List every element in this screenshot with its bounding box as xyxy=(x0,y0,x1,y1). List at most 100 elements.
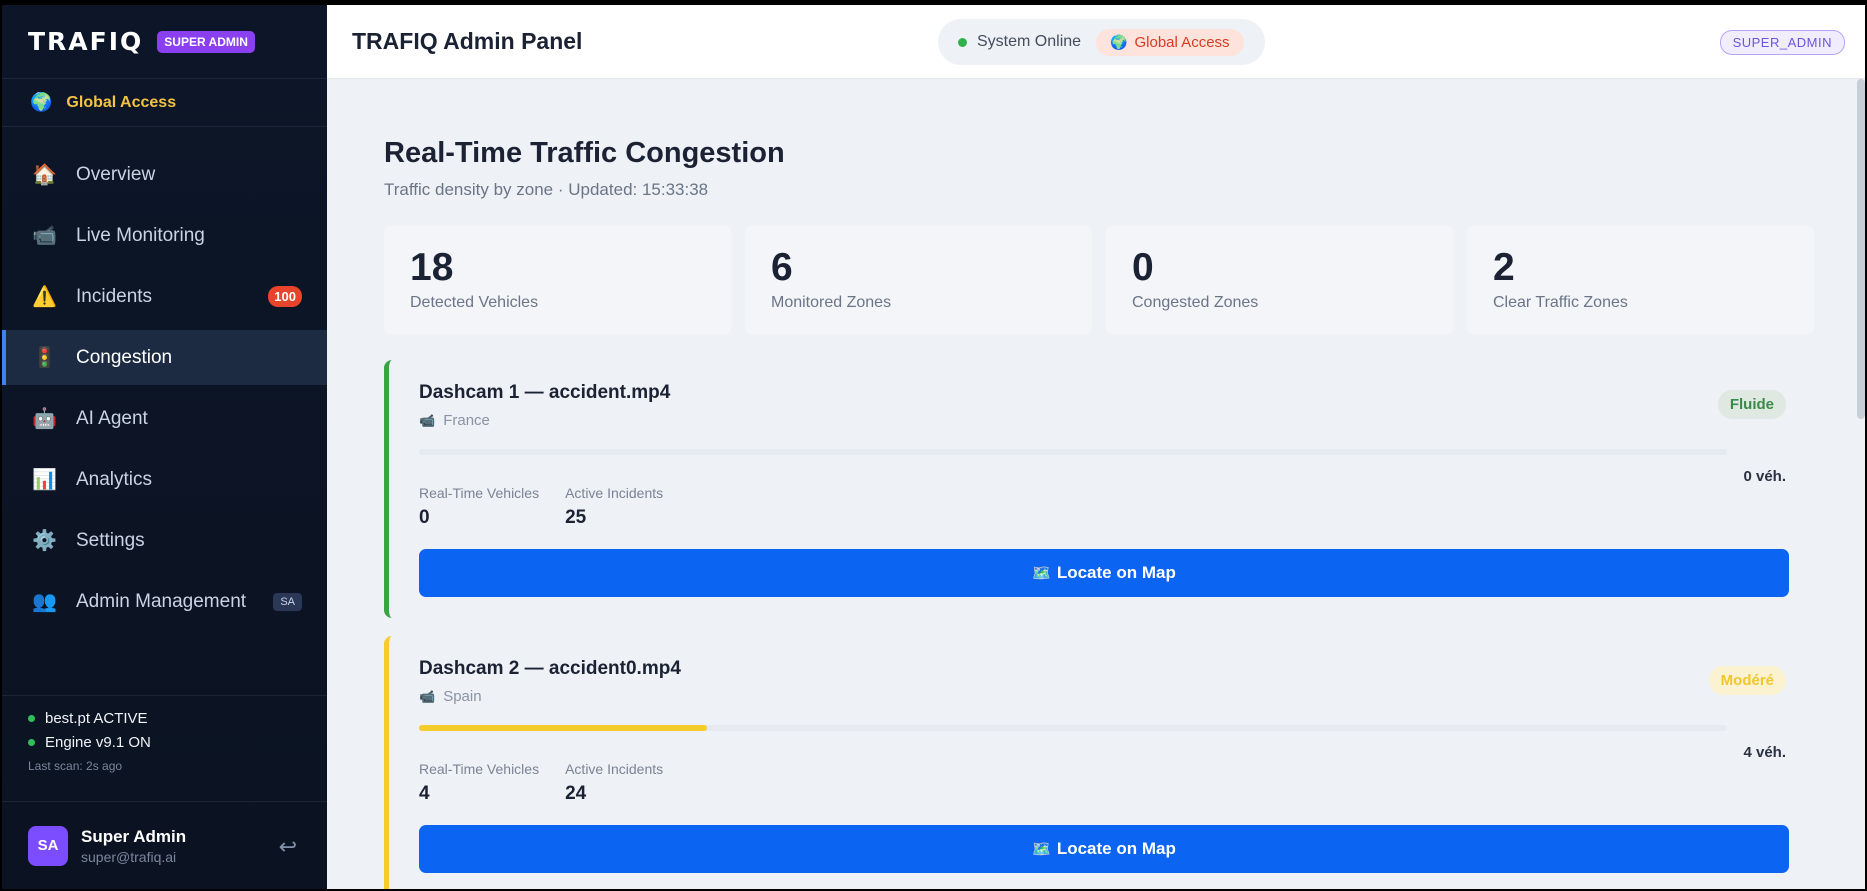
sidebar-item-overview[interactable]: 🏠 Overview xyxy=(2,147,327,202)
metric-value: 4 xyxy=(419,783,430,804)
sidebar-item-incidents[interactable]: ⚠️ Incidents 100 xyxy=(2,269,327,324)
sa-badge: SA xyxy=(273,592,302,611)
sidebar-nav: 🏠 Overview 📹 Live Monitoring ⚠️ Incident… xyxy=(2,147,327,629)
stats-row: 18 Detected Vehicles 6 Monitored Zones 0… xyxy=(384,226,1814,334)
page-subtitle: Traffic density by zone · Updated: 15:33… xyxy=(384,180,709,199)
sidebar-item-label: AI Agent xyxy=(76,407,148,429)
density-bar-fill xyxy=(419,725,707,731)
gear-icon: ⚙️ xyxy=(32,530,57,552)
zone-card-dashcam-2: Dashcam 2 — accident0.mp4 📹 Spain Modéré… xyxy=(384,636,1814,889)
density-bar xyxy=(419,725,1727,731)
stat-monitored-zones: 6 Monitored Zones xyxy=(745,226,1092,334)
user-name: Super Admin xyxy=(81,826,187,846)
sidebar: TRAFIQ SUPER ADMIN 🌍 Global Access 🏠 Ove… xyxy=(2,5,327,889)
top-header: TRAFIQ Admin Panel System Online 🌍 Globa… xyxy=(327,5,1865,79)
traffic-light-icon: 🚦 xyxy=(32,347,57,369)
sidebar-item-label: Analytics xyxy=(76,468,153,490)
congestion-content: Real-Time Traffic Congestion Traffic den… xyxy=(384,79,1814,889)
system-status-pill: System Online 🌍 Global Access xyxy=(938,19,1265,65)
sidebar-item-congestion[interactable]: 🚦 Congestion xyxy=(2,330,327,385)
brand-logo[interactable]: TRAFIQ xyxy=(28,27,143,56)
zone-metrics: Real-Time Vehicles 0 Active Incidents 25 xyxy=(419,485,1784,529)
vehicle-count: 0 véh. xyxy=(1743,468,1786,485)
map-icon: 🗺️ xyxy=(1032,841,1051,858)
user-profile: SA Super Admin super@trafiq.ai ↩ xyxy=(2,801,327,889)
stat-value: 18 xyxy=(410,246,454,289)
stat-value: 6 xyxy=(771,246,793,289)
locate-button-label: Locate on Map xyxy=(1056,839,1176,858)
sidebar-item-label: Overview xyxy=(76,163,156,185)
vehicle-count: 4 véh. xyxy=(1743,744,1786,761)
status-badge: Modéré xyxy=(1708,666,1786,695)
stat-clear-zones: 2 Clear Traffic Zones xyxy=(1467,226,1814,334)
metric-label: Active Incidents xyxy=(565,485,664,501)
zone-metrics: Real-Time Vehicles 4 Active Incidents 24 xyxy=(419,761,1784,805)
sidebar-item-settings[interactable]: ⚙️ Settings xyxy=(2,513,327,568)
stat-label: Congested Zones xyxy=(1132,294,1259,311)
system-online-label: System Online xyxy=(977,33,1082,50)
zone-location: 📹 France xyxy=(419,412,1784,429)
sidebar-item-live-monitoring[interactable]: 📹 Live Monitoring xyxy=(2,208,327,263)
sidebar-item-label: Incidents xyxy=(76,285,153,307)
access-scope-label: Global Access xyxy=(66,93,177,111)
bar-chart-icon: 📊 xyxy=(32,469,57,491)
density-bar xyxy=(419,449,1727,455)
stat-label: Detected Vehicles xyxy=(410,294,539,311)
camera-icon: 📹 xyxy=(419,412,436,428)
zone-card-title: Dashcam 1 — accident.mp4 xyxy=(419,382,671,403)
metric-active-incidents: Active Incidents 24 xyxy=(565,761,663,805)
scrollbar[interactable] xyxy=(1857,79,1865,419)
page-title: Real-Time Traffic Congestion xyxy=(384,137,785,169)
stat-label: Clear Traffic Zones xyxy=(1493,294,1628,311)
sidebar-item-ai-agent[interactable]: 🤖 AI Agent xyxy=(2,391,327,446)
stat-label: Monitored Zones xyxy=(771,294,892,311)
role-badge: SUPER_ADMIN xyxy=(1719,30,1845,55)
zone-location-label: France xyxy=(443,412,490,429)
engine-status: best.pt ACTIVE Engine v9.1 ON Last scan:… xyxy=(2,695,327,785)
sidebar-item-admin-management[interactable]: 👥 Admin Management SA xyxy=(2,574,327,629)
main-area: TRAFIQ Admin Panel System Online 🌍 Globa… xyxy=(327,5,1865,889)
stat-detected-vehicles: 18 Detected Vehicles xyxy=(384,226,731,334)
global-access-badge: 🌍 Global Access xyxy=(1096,28,1244,56)
super-admin-badge: SUPER ADMIN xyxy=(157,30,255,53)
stat-congested-zones: 0 Congested Zones xyxy=(1106,226,1453,334)
user-info: Super Admin super@trafiq.ai xyxy=(81,827,186,865)
access-scope: 🌍 Global Access xyxy=(2,79,327,127)
globe-icon: 🌍 xyxy=(1110,33,1128,50)
sidebar-item-analytics[interactable]: 📊 Analytics xyxy=(2,452,327,507)
user-email: super@trafiq.ai xyxy=(81,848,177,865)
avatar[interactable]: SA xyxy=(28,825,68,866)
users-icon: 👥 xyxy=(32,591,57,613)
warning-icon: ⚠️ xyxy=(32,286,57,308)
camera-icon: 📹 xyxy=(32,225,57,247)
locate-on-map-button[interactable]: 🗺️ Locate on Map xyxy=(419,549,1789,597)
status-badge: Fluide xyxy=(1717,390,1786,419)
metric-label: Real-Time Vehicles xyxy=(419,485,540,501)
logout-icon[interactable]: ↩ xyxy=(279,834,297,860)
sidebar-item-label: Live Monitoring xyxy=(76,224,205,246)
online-dot-icon xyxy=(958,37,967,47)
locate-on-map-button[interactable]: 🗺️ Locate on Map xyxy=(419,825,1789,873)
sidebar-item-label: Settings xyxy=(76,529,145,551)
metric-value: 0 xyxy=(419,507,430,528)
model-status-label: best.pt ACTIVE xyxy=(45,710,148,727)
stat-value: 2 xyxy=(1493,246,1515,289)
locate-button-label: Locate on Map xyxy=(1056,563,1176,582)
metric-value: 24 xyxy=(565,783,587,804)
metric-realtime-vehicles: Real-Time Vehicles 0 xyxy=(419,485,539,529)
stat-value: 0 xyxy=(1132,246,1154,289)
zone-card-title: Dashcam 2 — accident0.mp4 xyxy=(419,658,681,679)
camera-icon: 📹 xyxy=(419,688,436,704)
metric-active-incidents: Active Incidents 25 xyxy=(565,485,663,529)
map-icon: 🗺️ xyxy=(1032,565,1051,582)
metric-realtime-vehicles: Real-Time Vehicles 4 xyxy=(419,761,539,805)
sidebar-item-label: Admin Management xyxy=(76,590,247,612)
globe-icon: 🌍 xyxy=(30,92,53,112)
incidents-count-badge: 100 xyxy=(268,286,302,307)
engine-version-status: Engine v9.1 ON xyxy=(28,734,301,751)
engine-status-label: Engine v9.1 ON xyxy=(45,734,151,751)
brand: TRAFIQ SUPER ADMIN xyxy=(2,5,327,79)
robot-icon: 🤖 xyxy=(32,408,57,430)
sidebar-item-label: Congestion xyxy=(76,346,173,368)
app-window: TRAFIQ SUPER ADMIN 🌍 Global Access 🏠 Ove… xyxy=(2,5,1865,889)
